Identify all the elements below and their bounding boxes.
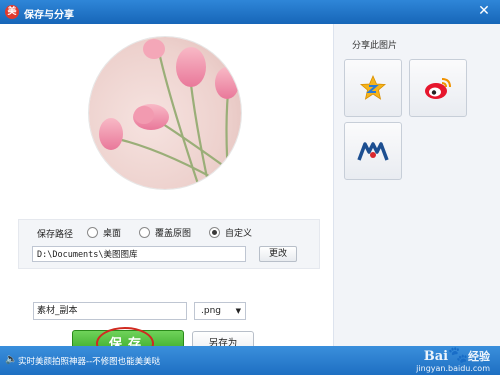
window-title: 保存与分享	[24, 10, 74, 21]
share-qzone-button[interactable]	[344, 59, 402, 117]
save-panel: 保存路径 桌面 覆盖原图 自定义 D:\Documents\美图图库 更改 素材…	[0, 24, 333, 360]
watermark-brand: Bai🐾经验	[423, 344, 490, 364]
save-path-input[interactable]: D:\Documents\美图图库	[32, 246, 246, 262]
radio-custom-dot[interactable]	[209, 227, 220, 238]
share-weibo-button[interactable]	[409, 59, 467, 117]
status-text[interactable]: 实时美颜拍照神器--不修图也能美美哒	[18, 355, 160, 367]
share-title: 分享此图片	[352, 41, 398, 51]
chevron-down-icon: ▼	[235, 307, 241, 315]
share-panel: 分享此图片	[333, 24, 500, 346]
radio-custom-label: 自定义	[225, 229, 253, 239]
change-path-button[interactable]: 更改	[259, 246, 297, 262]
speaker-icon: 🔈	[5, 354, 18, 365]
radio-overwrite-label: 覆盖原图	[155, 229, 192, 239]
baidu-watermark: Bai🐾经验 jingyan.baidu.com	[416, 346, 490, 375]
share-renren-button[interactable]	[344, 122, 402, 180]
radio-overwrite[interactable]: 覆盖原图	[139, 226, 191, 239]
save-path-label: 保存路径	[37, 230, 74, 240]
tulip-photo-icon	[88, 36, 242, 190]
radio-desktop-label: 桌面	[103, 229, 122, 239]
watermark-url: jingyan.baidu.com	[416, 363, 490, 373]
format-select[interactable]: .png ▼	[194, 302, 246, 320]
radio-desktop-dot[interactable]	[87, 227, 98, 238]
weibo-icon	[425, 78, 451, 99]
app-logo-icon: 美	[5, 5, 19, 19]
radio-overwrite-dot[interactable]	[139, 227, 150, 238]
radio-desktop[interactable]: 桌面	[87, 226, 121, 239]
qzone-star-icon	[359, 75, 387, 100]
radio-custom[interactable]: 自定义	[209, 226, 252, 239]
file-name-input[interactable]: 素材_副本	[33, 302, 187, 320]
close-icon[interactable]: ✕	[476, 3, 492, 19]
status-bar: 🔈 实时美颜拍照神器--不修图也能美美哒 Bai🐾经验 jingyan.baid…	[0, 346, 500, 375]
renren-icon	[357, 142, 389, 161]
save-path-panel: 保存路径 桌面 覆盖原图 自定义 D:\Documents\美图图库 更改	[18, 219, 320, 269]
format-value: .png	[201, 306, 221, 316]
title-bar: 美 保存与分享 ✕	[0, 0, 500, 24]
